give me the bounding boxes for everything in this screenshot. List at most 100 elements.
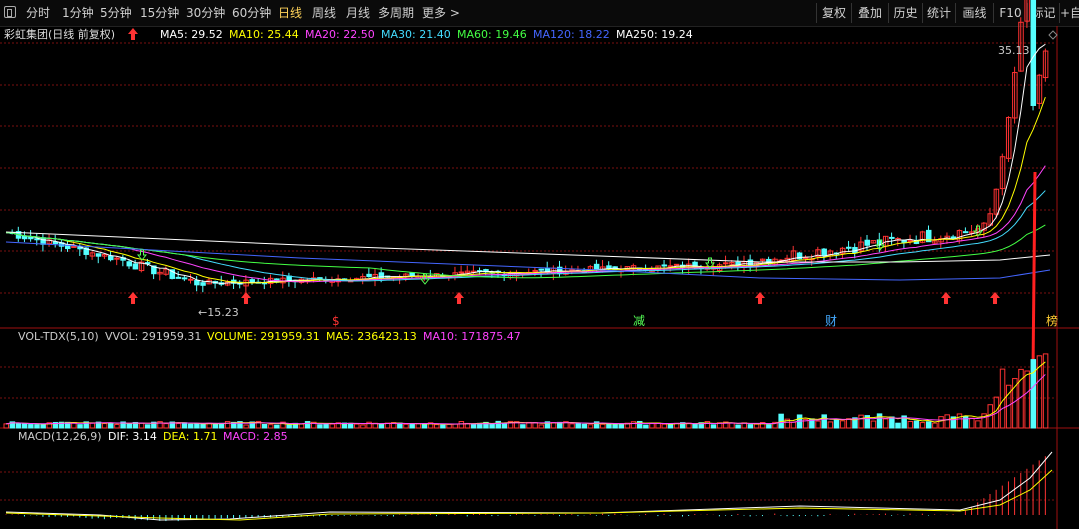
volume-bar-2 [15,422,22,429]
candle-body-96 [593,263,600,271]
volume-bar-12 [77,424,83,429]
volume-bar-132 [815,420,821,429]
buy-arrow-4 [941,292,951,304]
volume-bar-68 [421,423,428,429]
volume-bar-51 [317,424,323,429]
candle-body-29 [181,277,188,280]
candle-body-6 [40,237,46,245]
highlight-line [1031,171,1037,373]
candle-body-86 [532,269,538,272]
volume-bar-128 [790,421,797,429]
candle-body-30 [188,278,194,281]
volume-bar-66 [409,423,415,429]
candle-body-98 [606,265,612,269]
volume-bar-147 [907,420,914,429]
volume-bar-39 [243,424,249,429]
volume-bar-141 [870,420,877,429]
volume-bar-56 [347,422,354,429]
volume-bar-61 [378,423,385,429]
buy-arrow-3 [755,292,765,304]
volume-bar-81 [501,422,508,429]
volume-bar-49 [304,421,311,429]
volume-bar-58 [360,424,366,429]
volume-bar-104 [643,424,649,429]
buy-arrow-0 [128,292,138,304]
candle-body-167 [1030,0,1037,106]
ma5-line [5,43,1046,285]
low-price-label: ←15.23 [198,306,239,319]
volume-bar-22 [138,422,145,429]
candle-body-20 [126,261,132,267]
volume-bar-157 [969,417,975,429]
volume-bar-151 [932,422,938,429]
volume-bar-136 [839,420,846,429]
volume-bar-152 [938,416,944,429]
volume-bar-150 [926,421,932,429]
volume-bar-84 [520,424,526,429]
high-price-label: 35.13 [998,44,1030,57]
volume-bar-102 [630,421,637,429]
volume-bar-86 [532,422,538,429]
volume-bar-74 [458,420,465,429]
buy-arrow-1 [241,292,251,304]
volume-bar-53 [329,423,335,429]
volume-bar-108 [667,424,674,429]
volume-bar-14 [89,422,96,429]
volume-bar-139 [858,414,864,429]
volume-bar-135 [833,419,840,429]
candle-body-11 [71,245,77,248]
event-marker-0: $ [332,314,340,328]
candle-body-21 [132,263,139,270]
volume-bar-95 [587,424,594,429]
volume-bar-57 [354,423,360,429]
volume-bar-115 [710,424,717,429]
candle-body-107 [661,264,668,267]
volume-bar-107 [661,423,668,429]
volume-bar-98 [606,423,612,429]
candle-body-87 [538,268,545,271]
volume-bar-18 [114,423,120,429]
volume-bar-158 [975,420,981,429]
candle-body-144 [889,236,895,239]
candle-body-74 [458,271,465,274]
volume-bar-80 [495,420,501,429]
volume-bar-28 [175,423,182,429]
volume-bar-112 [692,423,698,429]
volume-bar-142 [876,413,883,429]
volume-bar-20 [126,423,132,429]
candle-body-32 [200,282,206,286]
event-marker-3: 榜 [1046,313,1058,328]
volume-bar-6 [40,423,46,429]
volume-bar-0 [3,423,9,429]
candle-body-18 [114,257,120,260]
volume-bar-87 [538,424,545,429]
volume-bar-144 [889,416,895,429]
kline-chart: 35.13 ←15.23 $ 减 财 榜 [0,0,1079,529]
volume-bar-149 [919,422,926,429]
candle-body-137 [846,246,852,249]
volume-bar-93 [575,422,581,429]
volume-bar-119 [735,424,741,429]
candle-body-15 [95,253,102,257]
volume-bar-5 [34,424,40,429]
candle-body-17 [108,255,114,261]
volume-bar-143 [882,418,889,429]
volume-bar-166 [1024,370,1030,429]
volume-bar-26 [163,423,169,429]
volume-bar-92 [569,423,575,429]
candle-body-109 [673,263,680,266]
volume-bar-133 [821,414,827,429]
buy-arrow-5 [990,292,1000,304]
volume-bar-105 [649,423,655,429]
candle-body-3 [21,235,28,240]
volume-bar-67 [415,423,422,429]
volume-bar-30 [188,423,194,429]
volume-bar-16 [101,423,108,429]
volume-bar-72 [446,423,452,429]
candle-body-31 [194,280,200,286]
volume-bar-73 [452,423,458,429]
volume-bar-99 [612,423,618,429]
candle-body-140 [864,239,870,246]
volume-bar-145 [895,422,901,429]
volume-bar-42 [261,423,268,429]
